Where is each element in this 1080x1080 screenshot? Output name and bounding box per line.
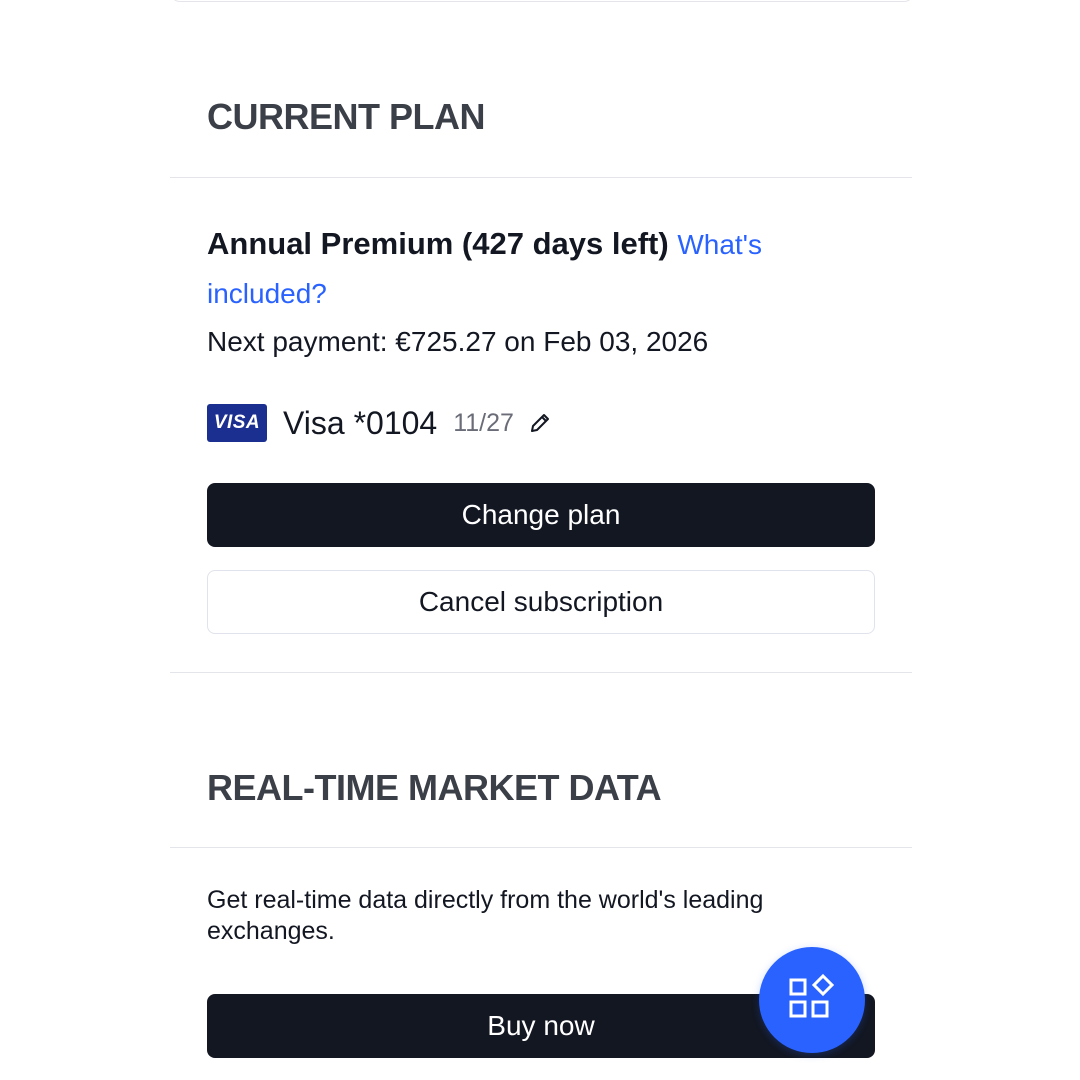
current-plan-divider: [170, 177, 912, 178]
market-data-divider: [170, 847, 912, 848]
change-plan-button[interactable]: Change plan: [207, 483, 875, 547]
current-plan-title: CURRENT PLAN: [207, 96, 486, 137]
pencil-icon[interactable]: [528, 411, 552, 435]
card-name: Visa *0104: [283, 404, 438, 441]
plan-summary: Annual Premium (427 days left) What's in…: [207, 220, 847, 318]
market-data-description: Get real-time data directly from the wor…: [207, 886, 764, 945]
plan-name: Annual Premium (427 days left): [207, 226, 669, 261]
subscription-page: CURRENT PLAN Annual Premium (427 days le…: [0, 0, 1080, 1080]
section-divider: [170, 672, 912, 673]
next-payment-text: Next payment: €725.27 on Feb 03, 2026: [207, 326, 709, 357]
apps-grid-icon: [787, 973, 837, 1028]
previous-card-edge: [170, 0, 914, 2]
apps-fab-button[interactable]: [759, 947, 865, 1053]
cancel-subscription-button[interactable]: Cancel subscription: [207, 570, 875, 634]
market-data-title: REAL-TIME MARKET DATA: [207, 767, 662, 808]
payment-card-row: VISA Visa *0104 11/27: [207, 400, 552, 446]
card-expiry: 11/27: [453, 408, 514, 437]
visa-logo: VISA: [207, 404, 267, 442]
